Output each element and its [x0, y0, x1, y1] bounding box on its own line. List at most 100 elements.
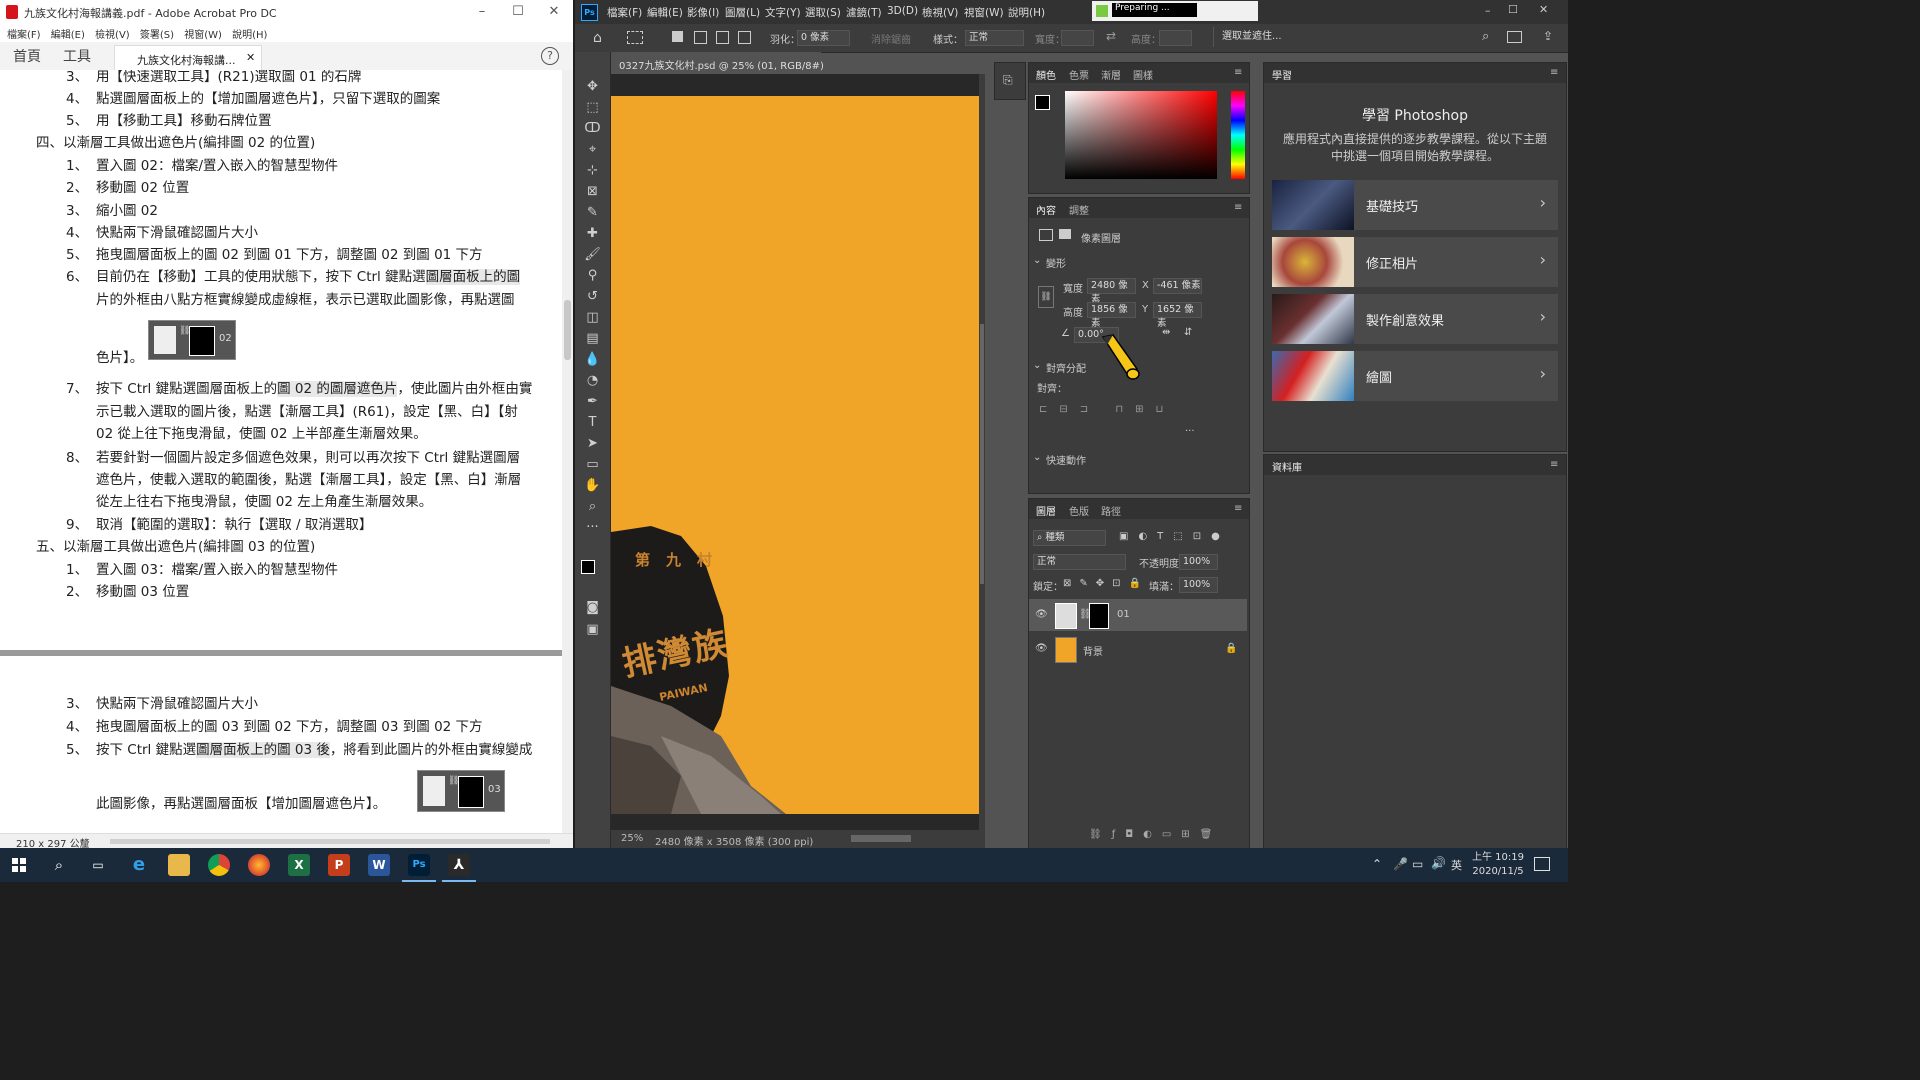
tab-adjustments[interactable]: 調整: [1069, 202, 1089, 217]
network-icon[interactable]: ▭: [1412, 857, 1423, 871]
subtract-selection-icon[interactable]: [716, 31, 729, 44]
search-icon[interactable]: ⌕: [48, 854, 70, 876]
tab-document[interactable]: 九族文化村海報講... ✕: [114, 45, 262, 71]
edge-icon[interactable]: e: [128, 854, 150, 876]
opacity-input[interactable]: 100%: [1179, 554, 1218, 570]
quick-actions-section[interactable]: 快速動作: [1046, 452, 1086, 467]
learn-card-painting[interactable]: 繪圖 ›: [1272, 351, 1558, 401]
microphone-icon[interactable]: 🎤: [1393, 857, 1408, 871]
align-buttons[interactable]: ⊏⊟⊐ ⊓⊞⊔: [1039, 404, 1179, 416]
canvas-vscroll[interactable]: [979, 74, 985, 830]
chevron-down-icon[interactable]: ⌄: [1033, 255, 1041, 266]
tab-patterns[interactable]: 圖樣: [1133, 67, 1153, 82]
ps-menu-item[interactable]: 文字(Y): [765, 5, 801, 20]
history-brush-icon[interactable]: ↺: [575, 286, 610, 307]
menu-view[interactable]: 檢視(V): [95, 26, 130, 41]
workspace-icon[interactable]: [1507, 31, 1522, 43]
move-tool-icon[interactable]: ✥: [575, 76, 610, 97]
close-tab-icon[interactable]: ✕: [246, 51, 255, 64]
marquee-tool-icon[interactable]: ⬚: [575, 97, 610, 118]
close-icon[interactable]: ✕: [542, 3, 566, 21]
feather-input[interactable]: 0 像素: [797, 30, 850, 46]
antialias-checkbox[interactable]: 消除鋸齒: [871, 31, 911, 46]
learn-card-basics[interactable]: 基礎技巧 ›: [1272, 180, 1558, 230]
panel-menu-icon[interactable]: ≡: [1550, 459, 1558, 470]
ime-indicator[interactable]: 英: [1451, 857, 1462, 873]
document-canvas[interactable]: 第九村 排灣族 PAIWAN: [611, 96, 979, 814]
type-tool-icon[interactable]: T: [575, 412, 610, 433]
tab-paths[interactable]: 路徑: [1101, 503, 1121, 518]
zoom-level[interactable]: 25%: [621, 833, 643, 844]
ps-menu-item[interactable]: 檢視(V): [922, 5, 958, 20]
maximize-icon[interactable]: ☐: [1508, 3, 1518, 16]
firefox-icon[interactable]: [248, 854, 270, 876]
task-view-icon[interactable]: ▭: [87, 854, 109, 876]
layer-filter-icons[interactable]: ▣◐T⬚⊡●: [1119, 531, 1230, 542]
ps-menu-item[interactable]: 圖層(L): [725, 5, 760, 20]
ps-menu-item[interactable]: 說明(H): [1008, 5, 1045, 20]
search-icon[interactable]: ⌕: [1482, 29, 1489, 44]
acrobat-taskbar-icon[interactable]: ⅄: [448, 854, 470, 876]
volume-icon[interactable]: 🔊: [1431, 856, 1446, 870]
ps-menu-item[interactable]: 視窗(W): [964, 5, 1004, 20]
stamp-tool-icon[interactable]: ⚲: [575, 265, 610, 286]
tab-properties[interactable]: 內容: [1036, 202, 1056, 217]
eye-icon[interactable]: 👁: [1035, 643, 1048, 654]
mask-thumb-icon[interactable]: [1059, 229, 1071, 239]
menu-edit[interactable]: 編輯(E): [51, 26, 85, 41]
eyedropper-tool-icon[interactable]: ✎: [575, 202, 610, 223]
excel-icon[interactable]: X: [288, 854, 310, 876]
chrome-icon[interactable]: [208, 854, 230, 876]
flip-horizontal-icon[interactable]: ⇹: [1162, 327, 1170, 338]
fg-swatch-icon[interactable]: [1035, 95, 1050, 110]
ps-menu-item[interactable]: 選取(S): [805, 5, 841, 20]
word-icon[interactable]: W: [368, 854, 390, 876]
minimize-icon[interactable]: –: [470, 3, 494, 21]
menu-help[interactable]: 說明(H): [232, 26, 267, 41]
tab-layers[interactable]: 圖層: [1036, 503, 1056, 518]
style-select[interactable]: 正常: [965, 30, 1024, 46]
ps-menu-item[interactable]: 3D(D): [887, 5, 918, 17]
layer-name[interactable]: 01: [1117, 609, 1130, 620]
align-section[interactable]: 對齊分配: [1046, 360, 1086, 375]
notification-icon[interactable]: [1534, 857, 1550, 871]
more-tools-icon[interactable]: ···: [575, 517, 610, 538]
swap-icon[interactable]: ⇄: [1106, 29, 1116, 43]
lock-icons[interactable]: ⊠✎✥⊡🔒: [1063, 578, 1149, 589]
select-and-mask-button[interactable]: 選取並遮住...: [1213, 27, 1300, 47]
more-options-icon[interactable]: ···: [1185, 426, 1195, 437]
minimize-icon[interactable]: –: [1485, 4, 1491, 17]
panel-menu-icon[interactable]: ≡: [1234, 67, 1242, 78]
layers-footer-buttons[interactable]: ⛓ƒ◘◐▭⊞🗑: [1089, 829, 1239, 843]
chevron-down-icon[interactable]: ⌄: [1033, 452, 1041, 463]
quick-mask-icon[interactable]: ◙: [575, 597, 610, 618]
layer-row-background[interactable]: 👁 背景 🔒: [1029, 633, 1247, 665]
canvas-area[interactable]: 第九村 排灣族 PAIWAN: [611, 74, 985, 830]
share-icon[interactable]: ⇪: [1543, 29, 1553, 43]
ps-menu-item[interactable]: 編輯(E): [647, 5, 683, 20]
tab-gradients[interactable]: 漸層: [1101, 67, 1121, 82]
width-input[interactable]: [1061, 30, 1094, 46]
x-field[interactable]: -461 像素: [1153, 278, 1202, 294]
layer-name[interactable]: 背景: [1083, 643, 1103, 658]
blend-mode-select[interactable]: 正常: [1033, 554, 1126, 570]
dodge-tool-icon[interactable]: ◔: [575, 370, 610, 391]
scroll-thumb[interactable]: [564, 300, 571, 360]
tab-libraries[interactable]: 資料庫: [1272, 459, 1302, 474]
tab-channels[interactable]: 色版: [1069, 503, 1089, 518]
chevron-up-icon[interactable]: ⌃: [1372, 857, 1382, 871]
maximize-icon[interactable]: ☐: [506, 3, 530, 21]
layer-mask-thumbnail[interactable]: [1089, 603, 1109, 629]
healing-tool-icon[interactable]: ✚: [575, 223, 610, 244]
width-field[interactable]: 2480 像素: [1087, 278, 1136, 305]
horizontal-scrollbar[interactable]: [110, 839, 550, 844]
add-selection-icon[interactable]: [694, 31, 707, 44]
scroll-thumb[interactable]: [980, 324, 984, 584]
help-icon[interactable]: ?: [541, 47, 559, 65]
tab-learn[interactable]: 學習: [1272, 67, 1292, 82]
ps-menu-item[interactable]: 濾鏡(T): [846, 5, 882, 20]
learn-card-creative-effects[interactable]: 製作創意效果 ›: [1272, 294, 1558, 344]
intersect-selection-icon[interactable]: [738, 31, 751, 44]
panel-menu-icon[interactable]: ≡: [1234, 503, 1242, 514]
layer-row-01[interactable]: 👁 ⛓ 01: [1029, 599, 1247, 631]
